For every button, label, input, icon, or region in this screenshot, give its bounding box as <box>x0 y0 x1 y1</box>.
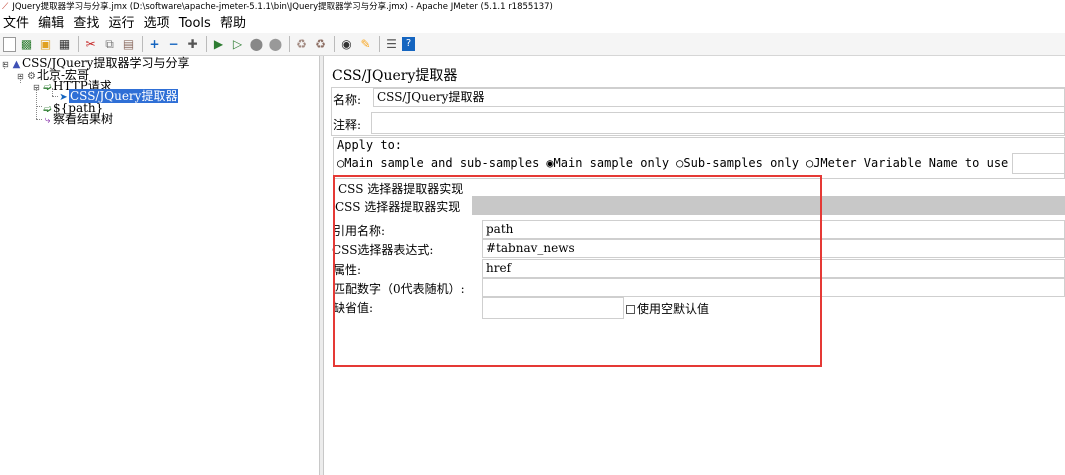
apply-to-label: Apply to: <box>337 138 403 152</box>
menu-tools[interactable]: Tools <box>179 16 211 31</box>
paste-icon[interactable]: ▤ <box>120 36 137 53</box>
stop-icon[interactable]: ⬤ <box>248 36 265 53</box>
jmeter-feather-icon: ⟋ <box>2 2 9 12</box>
menu-run[interactable]: 运行 <box>108 16 134 31</box>
comment-field[interactable] <box>371 112 1065 134</box>
chart-icon: ⤷ <box>44 115 51 126</box>
toolbar-separator <box>78 36 79 52</box>
clear-icon[interactable]: ♻ <box>293 36 310 53</box>
panel-title: CSS/JQuery提取器 <box>332 68 458 84</box>
radio-main-and-sub[interactable]: ○Main sample and sub-samples <box>337 156 539 170</box>
toggle-icon[interactable]: ✚ <box>184 36 201 53</box>
toolbar-separator <box>379 36 380 52</box>
help-icon[interactable]: ? <box>402 37 415 51</box>
menu-bar: 文件 编辑 查找 运行 选项 Tools 帮助 <box>0 15 1065 33</box>
expand-icon[interactable]: + <box>146 36 163 53</box>
menu-edit[interactable]: 编辑 <box>38 16 64 31</box>
name-field[interactable]: CSS/JQuery提取器 <box>373 88 1065 107</box>
reset-search-icon[interactable]: ✎ <box>357 36 374 53</box>
shutdown-icon[interactable]: ⬤ <box>267 36 284 53</box>
menu-file[interactable]: 文件 <box>3 16 29 31</box>
open-icon[interactable]: ▣ <box>37 36 54 53</box>
cut-icon[interactable]: ✂ <box>82 36 99 53</box>
tree-node-view-results-tree[interactable]: ⤷ 察看结果树 <box>42 113 113 127</box>
templates-icon[interactable]: ▩ <box>18 36 35 53</box>
search-icon[interactable]: ◉ <box>338 36 355 53</box>
new-icon[interactable] <box>3 36 16 52</box>
window-title: JQuery提取器学习与分享.jmx (D:\software\apache-j… <box>12 2 553 12</box>
jmeter-variable-name-field[interactable] <box>1012 153 1065 174</box>
radio-main-only[interactable]: ◉Main sample only <box>546 156 669 170</box>
menu-search[interactable]: 查找 <box>73 16 99 31</box>
name-label: 名称: <box>333 93 362 107</box>
collapse-toggle-icon[interactable]: ⊟ <box>17 70 26 83</box>
function-helper-icon[interactable]: ☰ <box>383 36 400 53</box>
radio-sub-only[interactable]: ○Sub-samples only <box>676 156 799 170</box>
collapse-toggle-icon[interactable]: ⊟ <box>33 81 42 94</box>
toolbar-separator <box>206 36 207 52</box>
menu-options[interactable]: 选项 <box>144 16 170 31</box>
comment-label: 注释: <box>333 118 362 132</box>
radio-jmeter-variable[interactable]: ○JMeter Variable Name to use <box>806 156 1008 170</box>
toolbar-separator <box>289 36 290 52</box>
save-icon[interactable]: ▦ <box>56 36 73 53</box>
copy-icon[interactable]: ⧉ <box>101 36 118 53</box>
apply-to-options: ○Main sample and sub-samples ◉Main sample… <box>337 156 1015 170</box>
highlight-box <box>333 175 822 367</box>
toolbar: ▩ ▣ ▦ ✂ ⧉ ▤ + − ✚ ▶ ▷ ⬤ ⬤ ♻ ♻ ◉ ✎ ☰ ? <box>0 33 1065 56</box>
start-no-pause-icon[interactable]: ▷ <box>229 36 246 53</box>
toolbar-separator <box>334 36 335 52</box>
menu-help[interactable]: 帮助 <box>220 16 246 31</box>
clear-all-icon[interactable]: ♻ <box>312 36 329 53</box>
toolbar-separator <box>142 36 143 52</box>
test-plan-tree: ⊟ ▲ CSS/JQuery提取器学习与分享 ⊟ ⚙北京-宏哥 ⊟ ➫HTTP请求 ➤ C… <box>0 56 319 475</box>
window-title-bar: ⟋ JQuery提取器学习与分享.jmx (D:\software\apache-… <box>0 0 1065 15</box>
pipette-icon: ➫ <box>43 82 52 93</box>
start-icon[interactable]: ▶ <box>210 36 227 53</box>
collapse-toggle-icon[interactable]: ⊟ <box>2 58 11 71</box>
collapse-icon[interactable]: − <box>165 36 182 53</box>
